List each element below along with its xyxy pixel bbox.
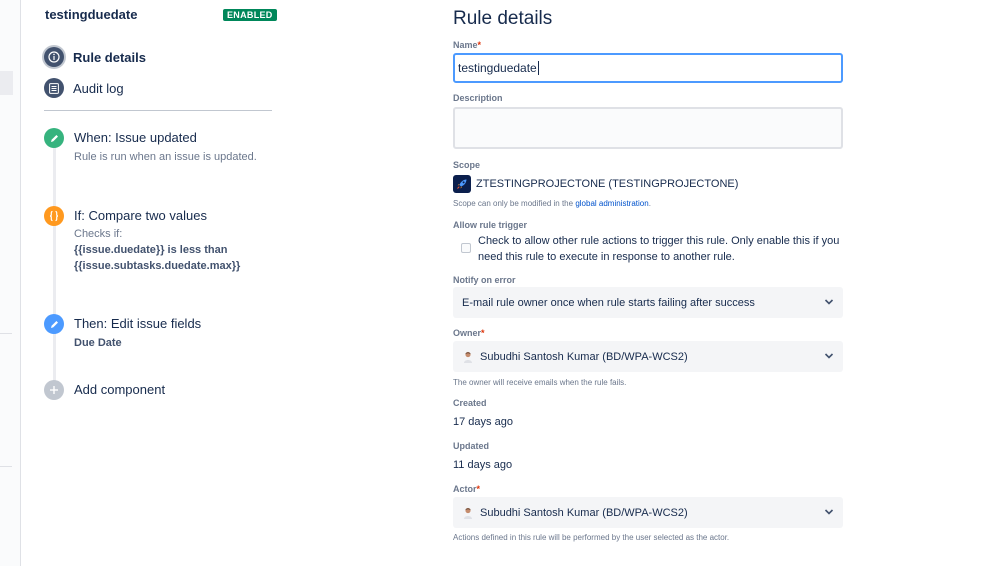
- step-description: Rule is run when an issue is updated.: [74, 151, 257, 163]
- action-field: Due Date: [74, 337, 122, 349]
- actor-label: Actor*: [453, 484, 481, 494]
- scope-label: Scope: [453, 160, 481, 170]
- list-icon: [44, 78, 64, 98]
- step-title: When: Issue updated: [74, 130, 197, 145]
- pencil-icon: [44, 128, 64, 148]
- status-badge[interactable]: ENABLED: [223, 9, 277, 21]
- scope-note: Scope can only be modified in the global…: [453, 199, 651, 208]
- avatar: [462, 507, 474, 519]
- chevron-down-icon: [824, 353, 834, 359]
- updated-value: 11 days ago: [453, 459, 513, 471]
- owner-note: The owner will receive emails when the r…: [453, 378, 627, 387]
- avatar: [462, 351, 474, 363]
- actor-select[interactable]: Subudhi Santosh Kumar (BD/WPA-WCS2): [453, 497, 843, 528]
- step-title: Add component: [74, 382, 166, 397]
- info-icon: [44, 47, 64, 67]
- created-value: 17 days ago: [453, 416, 513, 428]
- rail-item-selected[interactable]: [0, 71, 13, 95]
- rule-name-title: testingduedate: [45, 7, 138, 22]
- owner-label: Owner*: [453, 328, 485, 338]
- nav-audit-log[interactable]: Audit log: [44, 78, 124, 98]
- notify-on-error-value: E-mail rule owner once when rule starts …: [462, 296, 755, 309]
- rocket-icon: [453, 175, 471, 193]
- nav-label: Rule details: [73, 49, 146, 65]
- owner-value: Subudhi Santosh Kumar (BD/WPA-WCS2): [480, 350, 688, 363]
- owner-select[interactable]: Subudhi Santosh Kumar (BD/WPA-WCS2): [453, 341, 843, 372]
- allow-rule-trigger-label: Allow rule trigger: [453, 220, 528, 230]
- rail-divider: [0, 333, 12, 334]
- rule-name-input[interactable]: testingduedate: [453, 53, 843, 83]
- left-rail: [0, 0, 21, 566]
- pencil-icon: [44, 314, 64, 334]
- rail-divider: [0, 466, 12, 467]
- actor-value: Subudhi Santosh Kumar (BD/WPA-WCS2): [480, 506, 688, 519]
- created-label: Created: [453, 398, 487, 408]
- actor-note: Actions defined in this rule will be per…: [453, 533, 730, 542]
- nav-divider: [44, 110, 272, 111]
- step-title: Then: Edit issue fields: [74, 316, 202, 331]
- description-field[interactable]: [453, 107, 843, 149]
- scope-project-name: ZTESTINGPROJECTONE (TESTINGPROJECTONE): [476, 178, 739, 190]
- page-title: Rule details: [453, 8, 553, 29]
- nav-rule-details[interactable]: Rule details: [44, 47, 146, 67]
- updated-label: Updated: [453, 441, 489, 451]
- notify-on-error-label: Notify on error: [453, 275, 516, 285]
- description-label: Description: [453, 93, 503, 103]
- notify-on-error-select[interactable]: E-mail rule owner once when rule starts …: [453, 287, 843, 318]
- step-description: Checks if:: [74, 228, 123, 240]
- name-label: Name*: [453, 40, 482, 50]
- allow-rule-trigger-text: Check to allow other rule actions to tri…: [478, 235, 840, 263]
- chevron-down-icon: [824, 299, 834, 305]
- chevron-down-icon: [824, 509, 834, 515]
- condition-expression: {{issue.duedate}} is less than: [74, 244, 228, 256]
- rule-timeline-line: [53, 148, 56, 382]
- step-title: If: Compare two values: [74, 208, 207, 223]
- nav-label: Audit log: [73, 80, 124, 96]
- plus-icon: [44, 380, 64, 400]
- scope-value: ZTESTINGPROJECTONE (TESTINGPROJECTONE): [453, 175, 738, 193]
- braces-icon: [44, 206, 64, 226]
- global-administration-link[interactable]: global administration: [575, 199, 648, 208]
- condition-expression: {{issue.subtasks.duedate.max}}: [74, 260, 241, 272]
- allow-rule-trigger-checkbox[interactable]: [461, 243, 471, 253]
